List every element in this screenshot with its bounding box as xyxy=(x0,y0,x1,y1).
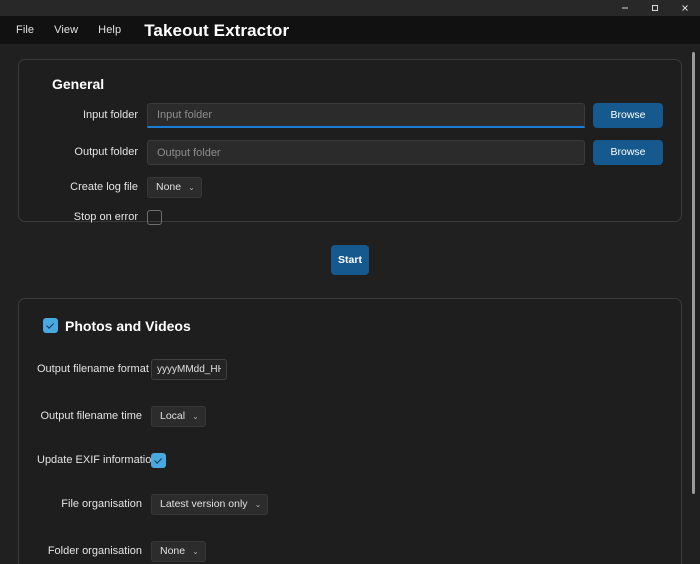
update-exif-label: Update EXIF information xyxy=(37,454,158,466)
update-exif-checkbox[interactable] xyxy=(151,453,166,468)
photos-and-videos-enable-checkbox[interactable] xyxy=(43,318,58,333)
close-button[interactable] xyxy=(670,0,700,16)
close-icon xyxy=(682,5,688,11)
input-folder-field[interactable] xyxy=(147,103,585,128)
output-filename-time-row: Output filename time Local ⌄ xyxy=(37,406,663,427)
photos-and-videos-panel: Photos and Videos Output filename format… xyxy=(18,298,682,564)
general-panel-title: General xyxy=(52,76,105,92)
output-folder-field[interactable] xyxy=(147,140,585,165)
start-button-container: Start xyxy=(18,245,682,275)
folder-organisation-value: None xyxy=(160,545,186,558)
folder-organisation-label: Folder organisation xyxy=(47,545,142,557)
scrollbar-thumb[interactable] xyxy=(692,52,695,494)
output-folder-browse-button[interactable]: Browse xyxy=(593,140,663,165)
input-folder-label: Input folder xyxy=(82,109,138,121)
create-log-file-row: Create log file None ⌄ xyxy=(37,177,663,198)
create-log-file-value: None xyxy=(156,181,182,194)
create-log-file-dropdown[interactable]: None ⌄ xyxy=(147,177,202,198)
photos-panel-header: Photos and Videos xyxy=(43,318,663,333)
file-organisation-label: File organisation xyxy=(61,498,142,510)
create-log-file-label: Create log file xyxy=(70,181,138,193)
maximize-icon xyxy=(652,5,658,11)
output-filename-format-field[interactable] xyxy=(151,359,227,380)
menu-item-file[interactable]: File xyxy=(6,22,44,39)
menu-item-help[interactable]: Help xyxy=(88,22,131,39)
output-filename-time-label: Output filename time xyxy=(40,410,143,422)
start-button[interactable]: Start xyxy=(331,245,369,275)
chevron-down-icon: ⌄ xyxy=(192,411,199,421)
photos-panel-title: Photos and Videos xyxy=(65,317,191,334)
title-bar xyxy=(0,0,700,16)
update-exif-row: Update EXIF information xyxy=(37,453,663,468)
app-window: File View Help Takeout Extractor General… xyxy=(0,0,700,564)
file-organisation-row: File organisation Latest version only ⌄ xyxy=(37,494,663,515)
app-title: Takeout Extractor xyxy=(144,20,290,40)
output-filename-time-value: Local xyxy=(160,410,186,423)
folder-organisation-dropdown[interactable]: None ⌄ xyxy=(151,541,206,562)
general-panel: General Input folder Browse Output folde… xyxy=(18,59,682,225)
output-folder-row: Output folder Browse xyxy=(37,140,663,165)
output-filename-format-label: Output filename format xyxy=(37,363,149,375)
minimize-icon xyxy=(622,7,628,9)
stop-on-error-checkbox[interactable] xyxy=(147,210,162,225)
folder-organisation-row: Folder organisation None ⌄ xyxy=(37,541,663,562)
chevron-down-icon: ⌄ xyxy=(192,546,199,556)
chevron-down-icon: ⌄ xyxy=(188,182,195,192)
file-organisation-value: Latest version only xyxy=(160,498,248,511)
chevron-down-icon: ⌄ xyxy=(254,499,262,509)
file-organisation-dropdown[interactable]: Latest version only ⌄ xyxy=(151,494,269,515)
menu-item-view[interactable]: View xyxy=(44,22,88,39)
maximize-button[interactable] xyxy=(640,0,670,16)
menu-bar: File View Help Takeout Extractor xyxy=(0,16,700,44)
output-filename-format-row: Output filename format xyxy=(37,359,663,380)
input-folder-row: Input folder Browse xyxy=(37,103,663,128)
minimize-button[interactable] xyxy=(610,0,640,16)
input-folder-browse-button[interactable]: Browse xyxy=(593,103,663,128)
stop-on-error-label: Stop on error xyxy=(73,211,138,223)
stop-on-error-row: Stop on error xyxy=(37,210,663,225)
vertical-scrollbar[interactable] xyxy=(691,44,697,564)
output-folder-label: Output folder xyxy=(74,146,138,158)
output-filename-time-dropdown[interactable]: Local ⌄ xyxy=(151,406,206,427)
content-scroll-area: General Input folder Browse Output folde… xyxy=(0,44,700,564)
